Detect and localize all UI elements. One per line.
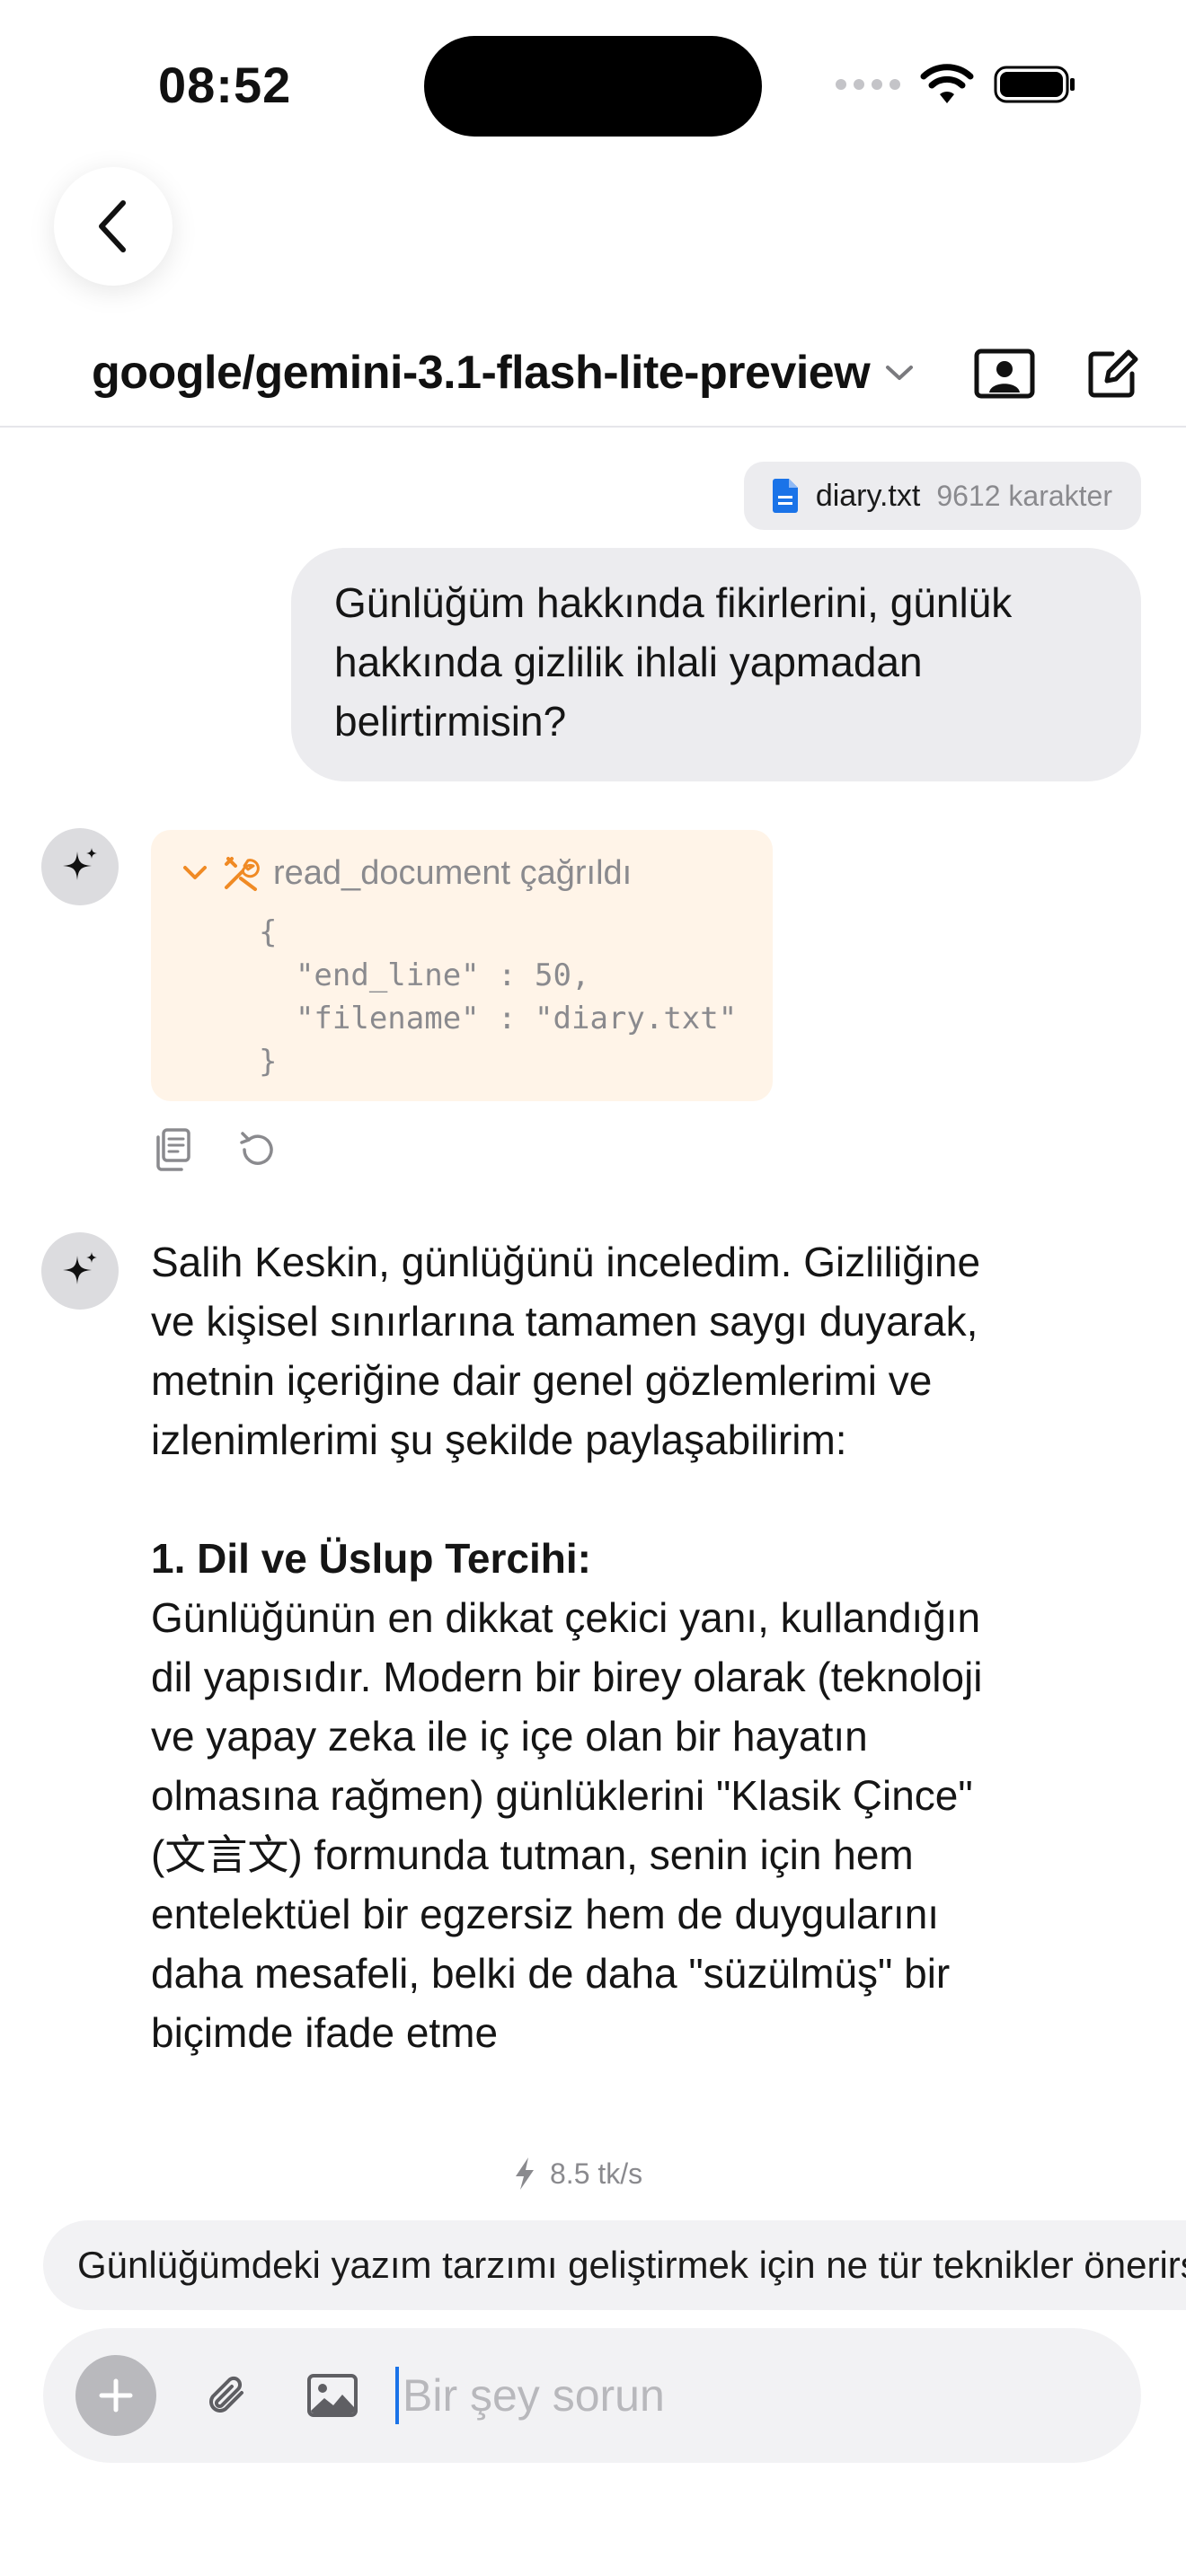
compose-icon: [1088, 349, 1138, 398]
sparkle-icon: [63, 848, 97, 880]
generation-speed: 8.5 tk/s: [512, 2154, 642, 2193]
document-icon: [772, 479, 798, 513]
attachment-chip[interactable]: diary.txt 9612 karakter: [743, 462, 1141, 530]
chevron-left-icon: [99, 200, 126, 252]
battery-icon: [994, 66, 1075, 103]
regenerate-icon[interactable]: [235, 1128, 279, 1171]
image-icon: [307, 2374, 358, 2417]
chat-screen: 08:52 google/gemini-3.1-flash-lite-previ…: [0, 0, 1186, 2576]
user-message-text: Günlüğüm hakkında fikirlerini, günlük ha…: [334, 579, 1013, 745]
header-divider: [0, 426, 1186, 428]
wifi-icon: [920, 64, 974, 103]
suggestion-text: Günlüğümdeki yazım tarzımı geliştirmek i…: [77, 2244, 1186, 2286]
tool-call-card: read_document çağrıldı { "end_line" : 50…: [151, 830, 773, 1101]
cellular-signal-icon: [836, 79, 900, 90]
lightning-icon: [516, 2157, 534, 2190]
attachment-filename: diary.txt: [815, 478, 921, 513]
reply-paragraph: Günlüğünün en dikkat çekici yanı, kullan…: [151, 1594, 983, 2056]
message-input[interactable]: [403, 2369, 1109, 2422]
tool-call-header[interactable]: read_document çağrıldı: [181, 848, 742, 898]
back-button[interactable]: [54, 167, 173, 286]
assistant-avatar: [41, 1232, 119, 1310]
speed-value: 8.5 tk/s: [550, 2157, 643, 2190]
chevron-down-icon: [183, 866, 207, 879]
message-composer: [43, 2328, 1141, 2463]
model-name: google/gemini-3.1-flash-lite-preview: [92, 347, 871, 399]
new-chat-button[interactable]: [1078, 340, 1146, 408]
message-actions: [151, 1126, 279, 1173]
attachment-size: 9612 karakter: [936, 479, 1112, 512]
attach-file-button[interactable]: [190, 2360, 262, 2431]
paperclip-icon: [209, 2376, 243, 2413]
chevron-down-icon: [886, 366, 914, 380]
reply-intro: Salih Keskin, günlüğünü inceledim. Gizli…: [151, 1239, 981, 1463]
text-cursor: [395, 2367, 399, 2424]
profile-button[interactable]: [970, 340, 1039, 408]
suggestion-chip[interactable]: Günlüğümdeki yazım tarzımı geliştirmek i…: [43, 2220, 1186, 2310]
assistant-avatar: [41, 828, 119, 905]
tool-call-title: read_document çağrıldı: [273, 853, 633, 892]
user-message-bubble: Günlüğüm hakkında fikirlerini, günlük ha…: [291, 548, 1141, 781]
person-card-icon: [974, 348, 1035, 399]
copy-icon[interactable]: [151, 1126, 194, 1173]
status-icons: [836, 57, 1076, 111]
tools-icon: [225, 857, 260, 891]
model-selector[interactable]: google/gemini-3.1-flash-lite-preview: [92, 332, 915, 413]
sparkle-icon: [63, 1252, 97, 1284]
status-time: 08:52: [158, 57, 292, 113]
attach-image-button[interactable]: [296, 2360, 368, 2431]
dynamic-island: [424, 36, 762, 137]
reply-heading: 1. Dil ve Üslup Tercihi:: [151, 1535, 591, 1582]
assistant-message: Salih Keskin, günlüğünü inceledim. Gizli…: [151, 1232, 996, 2143]
add-button[interactable]: [75, 2355, 156, 2436]
plus-icon: [99, 2378, 133, 2413]
tool-call-arguments: { "end_line" : 50, "filename" : "diary.t…: [259, 914, 738, 1080]
